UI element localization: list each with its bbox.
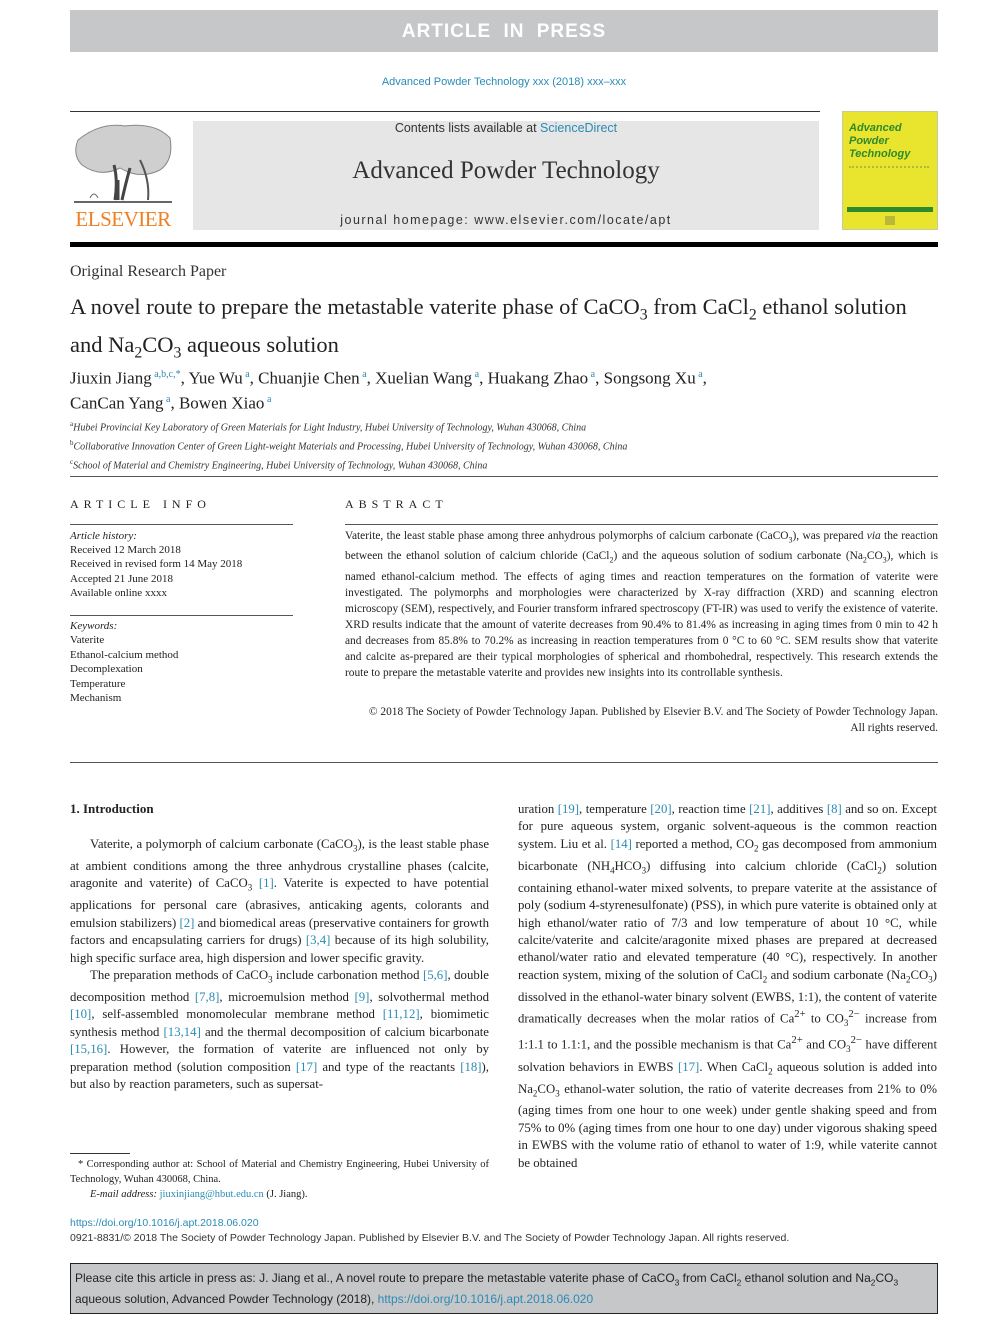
footnote-rule xyxy=(70,1153,130,1154)
citation-box: Please cite this article in press as: J.… xyxy=(70,1263,938,1314)
affiliation-mark: a xyxy=(70,420,74,428)
section-heading-introduction: 1. Introduction xyxy=(70,801,154,816)
email-suffix: (J. Jiang). xyxy=(263,1189,308,1200)
cover-title: Advanced Powder Technology xyxy=(849,122,911,160)
affiliation: bCollaborative Innovation Center of Gree… xyxy=(70,438,628,453)
keywords: Keywords: Vaterite Ethanol-calcium metho… xyxy=(70,619,300,705)
body-rule xyxy=(70,762,938,763)
affiliations: aHubei Provincial Key Laboratory of Gree… xyxy=(70,417,938,473)
abstract-copyright: © 2018 The Society of Powder Technology … xyxy=(368,706,938,734)
cover-subtitle-lines xyxy=(849,166,929,174)
author[interactable]: Songsong Xu xyxy=(604,369,696,388)
author-affiliation-mark[interactable]: a xyxy=(696,369,702,380)
journal-citation-link[interactable]: Advanced Powder Technology xxx (2018) xx… xyxy=(70,76,938,88)
cover-band xyxy=(847,207,933,212)
keyword: Decomplexation xyxy=(70,663,143,676)
journal-homepage-link[interactable]: journal homepage: www.elsevier.com/locat… xyxy=(193,213,819,227)
affiliation-mark: c xyxy=(70,457,74,466)
footnote: * Corresponding author at: School of Mat… xyxy=(70,1157,489,1202)
doi-block: https://doi.org/10.1016/j.apt.2018.06.02… xyxy=(70,1216,938,1246)
author-affiliation-mark[interactable]: a xyxy=(164,394,170,405)
affiliation: aHubei Provincial Key Laboratory of Gree… xyxy=(70,420,587,434)
keyword: Temperature xyxy=(70,677,126,690)
author-list: Jiuxin Jiang a,b,c,*, Yue Wu a, Chuanjie… xyxy=(70,368,707,413)
author-affiliation-mark[interactable]: a,b,c,* xyxy=(152,369,180,380)
journal-header-box: Contents lists available at ScienceDirec… xyxy=(193,121,819,230)
contents-line: Contents lists available at ScienceDirec… xyxy=(193,121,819,135)
history-item: Accepted 21 June 2018 xyxy=(70,572,173,585)
author[interactable]: Bowen Xiao xyxy=(179,393,264,412)
contents-prefix: Contents lists available at xyxy=(394,121,541,135)
author-affiliation-mark[interactable]: a xyxy=(360,369,366,380)
author-affiliation-mark[interactable]: a xyxy=(264,394,271,405)
email-link[interactable]: jiuxinjiang@hbut.edu.cn xyxy=(160,1189,264,1200)
body-column-right: uration [19], temperature [20], reaction… xyxy=(518,801,937,1172)
article-type: Original Research Paper xyxy=(70,263,227,280)
issn-copyright-line: 0921-8831/© 2018 The Society of Powder T… xyxy=(70,1232,790,1244)
paragraph: Vaterite, a polymorph of calcium carbona… xyxy=(70,837,490,965)
paragraph: uration [19], temperature [20], reaction… xyxy=(518,802,938,1170)
article-title: A novel route to prepare the metastable … xyxy=(70,294,907,361)
section-rule xyxy=(70,476,938,477)
author[interactable]: Yue Wu xyxy=(188,369,242,388)
history-label: Article history: xyxy=(70,530,137,542)
author[interactable]: Chuanjie Chen xyxy=(258,369,360,388)
article-info-heading: ARTICLE INFO xyxy=(70,497,211,511)
abstract-heading: ABSTRACT xyxy=(345,497,448,511)
affiliation: cSchool of Material and Chemistry Engine… xyxy=(70,457,488,471)
paragraph: The preparation methods of CaCO3 include… xyxy=(70,967,489,1091)
doi-link[interactable]: https://doi.org/10.1016/j.apt.2018.06.02… xyxy=(70,1216,938,1231)
affiliation-mark: b xyxy=(70,438,74,447)
keyword: Ethanol-calcium method xyxy=(70,648,179,661)
author[interactable]: CanCan Yang xyxy=(70,393,164,412)
history-item: Received 12 March 2018 xyxy=(70,544,181,557)
elsevier-wordmark: ELSEVIER xyxy=(75,207,171,231)
citation-doi-link[interactable]: https://doi.org/10.1016/j.apt.2018.06.02… xyxy=(378,1292,594,1306)
email-label: E-mail address: xyxy=(90,1189,160,1200)
header-thick-rule xyxy=(70,242,938,247)
keyword: Mechanism xyxy=(70,692,122,705)
elsevier-tree-icon xyxy=(70,120,176,205)
author[interactable]: Jiuxin Jiang xyxy=(70,369,152,388)
article-in-press-banner: ARTICLE IN PRESS xyxy=(70,10,938,52)
keyword: Vaterite xyxy=(70,634,105,647)
history-item: Received in revised form 14 May 2018 xyxy=(70,558,243,571)
author-affiliation-mark[interactable]: a xyxy=(588,369,595,380)
abstract-text: Vaterite, the least stable phase among t… xyxy=(345,530,939,679)
info-rule xyxy=(70,615,293,616)
elsevier-logo[interactable]: ELSEVIER xyxy=(70,120,176,232)
author-affiliation-mark[interactable]: a xyxy=(243,369,249,380)
abstract-rule xyxy=(345,524,938,525)
author[interactable]: Huakang Zhao xyxy=(488,369,589,388)
header-rule xyxy=(70,111,820,112)
sciencedirect-link[interactable]: ScienceDirect xyxy=(540,121,617,135)
email-line: E-mail address: jiuxinjiang@hbut.edu.cn … xyxy=(70,1187,489,1202)
body-column-left: Vaterite, a polymorph of calcium carbona… xyxy=(70,836,489,1093)
author-affiliation-mark[interactable]: a xyxy=(472,369,479,380)
cover-logo-icon xyxy=(885,216,895,225)
journal-cover-thumbnail[interactable]: Advanced Powder Technology xyxy=(842,111,938,230)
article-history: Article history: Received 12 March 2018 … xyxy=(70,529,300,600)
info-rule xyxy=(70,524,293,525)
keywords-label: Keywords: xyxy=(70,620,118,632)
corresponding-author-note: * Corresponding author at: School of Mat… xyxy=(70,1159,489,1185)
history-item: Available online xxxx xyxy=(70,586,167,599)
author[interactable]: Xuelian Wang xyxy=(375,369,472,388)
journal-title: Advanced Powder Technology xyxy=(352,157,660,184)
